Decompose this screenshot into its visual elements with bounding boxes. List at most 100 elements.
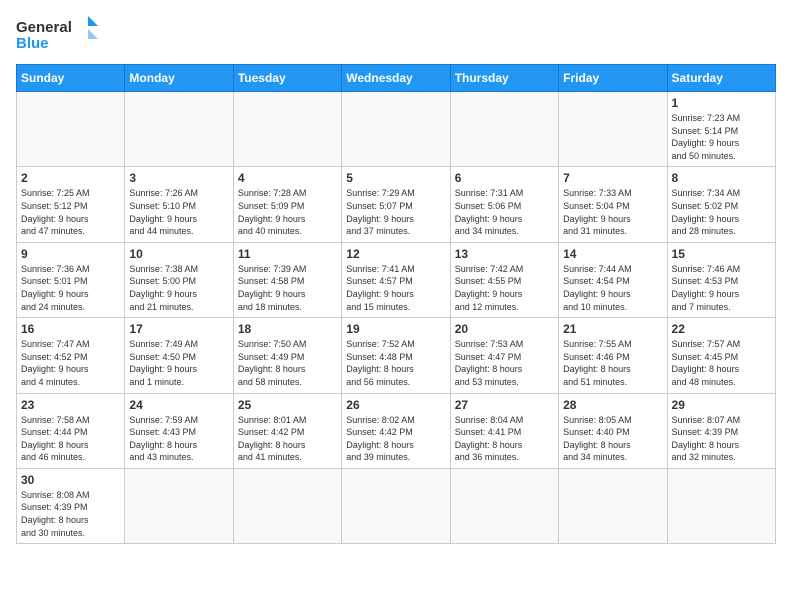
day-info: Sunrise: 7:53 AM Sunset: 4:47 PM Dayligh… xyxy=(455,338,554,388)
day-number: 2 xyxy=(21,171,120,185)
day-info: Sunrise: 7:46 AM Sunset: 4:53 PM Dayligh… xyxy=(672,263,771,313)
calendar-cell: 4 Sunrise: 7:28 AM Sunset: 5:09 PM Daylig… xyxy=(233,167,341,242)
page-header: GeneralBlue xyxy=(16,16,776,52)
calendar-cell xyxy=(342,92,450,167)
day-number: 4 xyxy=(238,171,337,185)
calendar-cell: 16 Sunrise: 7:47 AM Sunset: 4:52 PM Dayli… xyxy=(17,318,125,393)
col-header-friday: Friday xyxy=(559,65,667,92)
day-number: 13 xyxy=(455,247,554,261)
day-number: 30 xyxy=(21,473,120,487)
calendar-cell: 5 Sunrise: 7:29 AM Sunset: 5:07 PM Daylig… xyxy=(342,167,450,242)
day-number: 16 xyxy=(21,322,120,336)
day-number: 28 xyxy=(563,398,662,412)
calendar-cell: 17Sunrise: 7:49 AM Sunset: 4:50 PM Dayli… xyxy=(125,318,233,393)
calendar-cell: 9 Sunrise: 7:36 AM Sunset: 5:01 PM Daylig… xyxy=(17,242,125,317)
day-info: Sunrise: 7:42 AM Sunset: 4:55 PM Dayligh… xyxy=(455,263,554,313)
logo: GeneralBlue xyxy=(16,16,106,52)
calendar-cell: 18Sunrise: 7:50 AM Sunset: 4:49 PM Dayli… xyxy=(233,318,341,393)
calendar-cell xyxy=(559,92,667,167)
day-number: 5 xyxy=(346,171,445,185)
logo-svg: GeneralBlue xyxy=(16,16,106,52)
calendar-cell: 22 Sunrise: 7:57 AM Sunset: 4:45 PM Dayli… xyxy=(667,318,775,393)
calendar-cell xyxy=(667,468,775,543)
calendar-cell xyxy=(233,468,341,543)
day-number: 22 xyxy=(672,322,771,336)
day-number: 18 xyxy=(238,322,337,336)
calendar-cell: 30 Sunrise: 8:08 AM Sunset: 4:39 PM Dayli… xyxy=(17,468,125,543)
day-number: 19 xyxy=(346,322,445,336)
calendar-cell: 7Sunrise: 7:33 AM Sunset: 5:04 PM Daylig… xyxy=(559,167,667,242)
day-number: 8 xyxy=(672,171,771,185)
day-info: Sunrise: 8:02 AM Sunset: 4:42 PM Dayligh… xyxy=(346,414,445,464)
day-number: 14 xyxy=(563,247,662,261)
col-header-monday: Monday xyxy=(125,65,233,92)
day-info: Sunrise: 7:41 AM Sunset: 4:57 PM Dayligh… xyxy=(346,263,445,313)
calendar-cell: 12Sunrise: 7:41 AM Sunset: 4:57 PM Dayli… xyxy=(342,242,450,317)
calendar-week-row: 1Sunrise: 7:23 AM Sunset: 5:14 PM Daylig… xyxy=(17,92,776,167)
calendar-cell: 26 Sunrise: 8:02 AM Sunset: 4:42 PM Dayli… xyxy=(342,393,450,468)
calendar-week-row: 23Sunrise: 7:58 AM Sunset: 4:44 PM Dayli… xyxy=(17,393,776,468)
day-number: 20 xyxy=(455,322,554,336)
day-info: Sunrise: 7:26 AM Sunset: 5:10 PM Dayligh… xyxy=(129,187,228,237)
col-header-thursday: Thursday xyxy=(450,65,558,92)
calendar-cell xyxy=(17,92,125,167)
calendar-cell: 19 Sunrise: 7:52 AM Sunset: 4:48 PM Dayli… xyxy=(342,318,450,393)
day-info: Sunrise: 7:39 AM Sunset: 4:58 PM Dayligh… xyxy=(238,263,337,313)
day-info: Sunrise: 7:57 AM Sunset: 4:45 PM Dayligh… xyxy=(672,338,771,388)
col-header-tuesday: Tuesday xyxy=(233,65,341,92)
day-number: 24 xyxy=(129,398,228,412)
day-number: 29 xyxy=(672,398,771,412)
day-info: Sunrise: 7:36 AM Sunset: 5:01 PM Dayligh… xyxy=(21,263,120,313)
calendar-cell: 3 Sunrise: 7:26 AM Sunset: 5:10 PM Daylig… xyxy=(125,167,233,242)
calendar-cell xyxy=(125,92,233,167)
day-number: 27 xyxy=(455,398,554,412)
calendar-cell xyxy=(450,468,558,543)
day-number: 11 xyxy=(238,247,337,261)
calendar-cell: 27Sunrise: 8:04 AM Sunset: 4:41 PM Dayli… xyxy=(450,393,558,468)
calendar-header-row: SundayMondayTuesdayWednesdayThursdayFrid… xyxy=(17,65,776,92)
calendar-cell: 6 Sunrise: 7:31 AM Sunset: 5:06 PM Daylig… xyxy=(450,167,558,242)
calendar-cell xyxy=(559,468,667,543)
calendar-cell: 13 Sunrise: 7:42 AM Sunset: 4:55 PM Dayli… xyxy=(450,242,558,317)
calendar-cell: 20 Sunrise: 7:53 AM Sunset: 4:47 PM Dayli… xyxy=(450,318,558,393)
day-info: Sunrise: 7:34 AM Sunset: 5:02 PM Dayligh… xyxy=(672,187,771,237)
calendar-cell: 8 Sunrise: 7:34 AM Sunset: 5:02 PM Daylig… xyxy=(667,167,775,242)
day-number: 3 xyxy=(129,171,228,185)
calendar-week-row: 30 Sunrise: 8:08 AM Sunset: 4:39 PM Dayli… xyxy=(17,468,776,543)
day-info: Sunrise: 7:31 AM Sunset: 5:06 PM Dayligh… xyxy=(455,187,554,237)
day-info: Sunrise: 8:01 AM Sunset: 4:42 PM Dayligh… xyxy=(238,414,337,464)
day-number: 26 xyxy=(346,398,445,412)
calendar-cell: 24Sunrise: 7:59 AM Sunset: 4:43 PM Dayli… xyxy=(125,393,233,468)
col-header-saturday: Saturday xyxy=(667,65,775,92)
day-info: Sunrise: 7:55 AM Sunset: 4:46 PM Dayligh… xyxy=(563,338,662,388)
calendar-cell: 2Sunrise: 7:25 AM Sunset: 5:12 PM Daylig… xyxy=(17,167,125,242)
calendar-table: SundayMondayTuesdayWednesdayThursdayFrid… xyxy=(16,64,776,544)
calendar-cell: 1Sunrise: 7:23 AM Sunset: 5:14 PM Daylig… xyxy=(667,92,775,167)
col-header-wednesday: Wednesday xyxy=(342,65,450,92)
svg-text:Blue: Blue xyxy=(16,35,49,52)
day-number: 1 xyxy=(672,96,771,110)
day-info: Sunrise: 8:07 AM Sunset: 4:39 PM Dayligh… xyxy=(672,414,771,464)
day-info: Sunrise: 7:28 AM Sunset: 5:09 PM Dayligh… xyxy=(238,187,337,237)
day-info: Sunrise: 7:33 AM Sunset: 5:04 PM Dayligh… xyxy=(563,187,662,237)
day-info: Sunrise: 8:08 AM Sunset: 4:39 PM Dayligh… xyxy=(21,489,120,539)
day-number: 23 xyxy=(21,398,120,412)
day-number: 10 xyxy=(129,247,228,261)
calendar-cell: 11 Sunrise: 7:39 AM Sunset: 4:58 PM Dayli… xyxy=(233,242,341,317)
day-number: 6 xyxy=(455,171,554,185)
day-info: Sunrise: 7:44 AM Sunset: 4:54 PM Dayligh… xyxy=(563,263,662,313)
day-info: Sunrise: 7:49 AM Sunset: 4:50 PM Dayligh… xyxy=(129,338,228,388)
day-info: Sunrise: 7:29 AM Sunset: 5:07 PM Dayligh… xyxy=(346,187,445,237)
calendar-cell: 21Sunrise: 7:55 AM Sunset: 4:46 PM Dayli… xyxy=(559,318,667,393)
calendar-cell xyxy=(342,468,450,543)
calendar-cell: 28Sunrise: 8:05 AM Sunset: 4:40 PM Dayli… xyxy=(559,393,667,468)
day-number: 25 xyxy=(238,398,337,412)
calendar-cell: 29 Sunrise: 8:07 AM Sunset: 4:39 PM Dayli… xyxy=(667,393,775,468)
calendar-cell: 23Sunrise: 7:58 AM Sunset: 4:44 PM Dayli… xyxy=(17,393,125,468)
calendar-week-row: 2Sunrise: 7:25 AM Sunset: 5:12 PM Daylig… xyxy=(17,167,776,242)
calendar-cell: 25 Sunrise: 8:01 AM Sunset: 4:42 PM Dayli… xyxy=(233,393,341,468)
calendar-week-row: 9 Sunrise: 7:36 AM Sunset: 5:01 PM Daylig… xyxy=(17,242,776,317)
day-info: Sunrise: 7:47 AM Sunset: 4:52 PM Dayligh… xyxy=(21,338,120,388)
day-info: Sunrise: 7:52 AM Sunset: 4:48 PM Dayligh… xyxy=(346,338,445,388)
day-number: 9 xyxy=(21,247,120,261)
